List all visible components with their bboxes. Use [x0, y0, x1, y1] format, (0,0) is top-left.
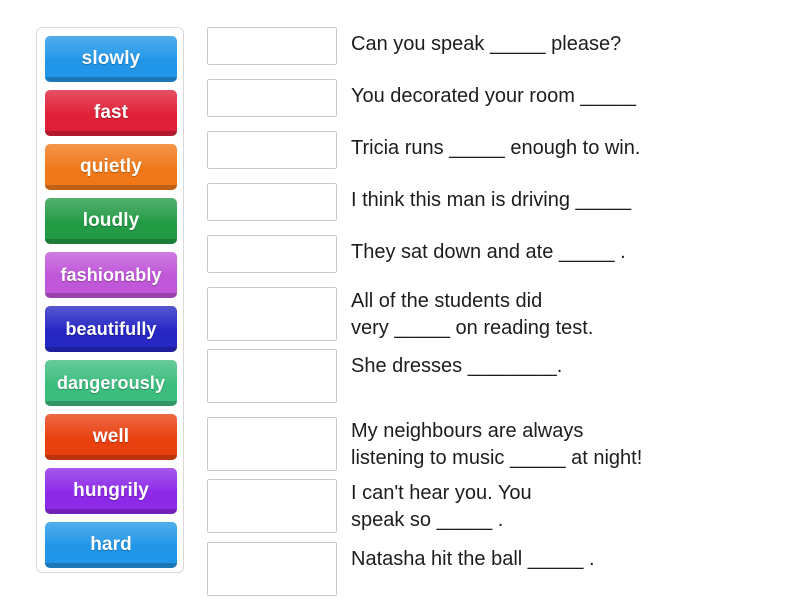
word-tile-label: fashionably	[60, 264, 162, 285]
word-tile-beautifully[interactable]: beautifully	[45, 306, 177, 352]
word-tile-dangerously[interactable]: dangerously	[45, 360, 177, 406]
word-tile-hard[interactable]: hard	[45, 522, 177, 568]
question-row: Can you speak _____ please?	[207, 27, 767, 65]
word-tile-slowly[interactable]: slowly	[45, 36, 177, 82]
word-tile-well[interactable]: well	[45, 414, 177, 460]
question-sentence: Tricia runs _____ enough to win.	[351, 137, 641, 159]
answer-drop-slot[interactable]	[207, 287, 337, 341]
question-row: Natasha hit the ball _____ .	[207, 541, 767, 596]
question-sentence: My neighbours are always listening to mu…	[351, 420, 643, 469]
question-row: My neighbours are always listening to mu…	[207, 417, 767, 472]
question-row: They sat down and ate _____ .	[207, 235, 767, 273]
answer-drop-slot[interactable]	[207, 131, 337, 169]
word-bank-panel: slowly fast quietly loudly fashionably b…	[36, 27, 184, 573]
question-row: She dresses ________.	[207, 349, 767, 404]
question-sentence: Can you speak _____ please?	[351, 33, 622, 55]
question-row: All of the students did very _____ on re…	[207, 287, 767, 341]
question-row: I can't hear you. You speak so _____ .	[207, 479, 767, 534]
question-row: You decorated your room _____	[207, 79, 767, 117]
word-tile-label: loudly	[82, 210, 140, 231]
word-tile-label: dangerously	[56, 372, 166, 393]
answer-drop-slot[interactable]	[207, 541, 337, 596]
word-tile-label: hungrily	[73, 480, 149, 501]
question-sentence: They sat down and ate _____ .	[351, 241, 626, 263]
word-tile-label: hard	[90, 534, 132, 555]
word-tile-fashionably[interactable]: fashionably	[45, 252, 177, 298]
question-row: I think this man is driving _____	[207, 183, 767, 221]
question-sentence: I think this man is driving _____	[351, 189, 632, 211]
question-list: Can you speak _____ please? You decorate…	[207, 27, 767, 596]
word-tile-quietly[interactable]: quietly	[45, 144, 177, 190]
answer-drop-slot[interactable]	[207, 349, 337, 404]
activity-canvas: slowly fast quietly loudly fashionably b…	[0, 0, 800, 600]
word-tile-label: slowly	[81, 48, 141, 69]
word-tile-loudly[interactable]: loudly	[45, 198, 177, 244]
word-tile-fast[interactable]: fast	[45, 90, 177, 136]
word-tile-label: beautifully	[65, 318, 157, 339]
question-sentence: All of the students did very _____ on re…	[351, 290, 594, 339]
word-tile-label: quietly	[80, 156, 142, 177]
question-sentence: She dresses ________.	[351, 355, 563, 378]
question-sentence: I can't hear you. You speak so _____ .	[351, 482, 532, 531]
question-row: Tricia runs _____ enough to win.	[207, 131, 767, 169]
question-sentence: Natasha hit the ball _____ .	[351, 547, 595, 570]
answer-drop-slot[interactable]	[207, 235, 337, 273]
word-tile-hungrily[interactable]: hungrily	[45, 468, 177, 514]
answer-drop-slot[interactable]	[207, 79, 337, 117]
answer-drop-slot[interactable]	[207, 183, 337, 221]
answer-drop-slot[interactable]	[207, 417, 337, 472]
word-tile-label: well	[92, 426, 130, 447]
question-sentence: You decorated your room _____	[351, 85, 637, 107]
answer-drop-slot[interactable]	[207, 479, 337, 534]
word-tile-label: fast	[93, 102, 129, 123]
answer-drop-slot[interactable]	[207, 27, 337, 65]
